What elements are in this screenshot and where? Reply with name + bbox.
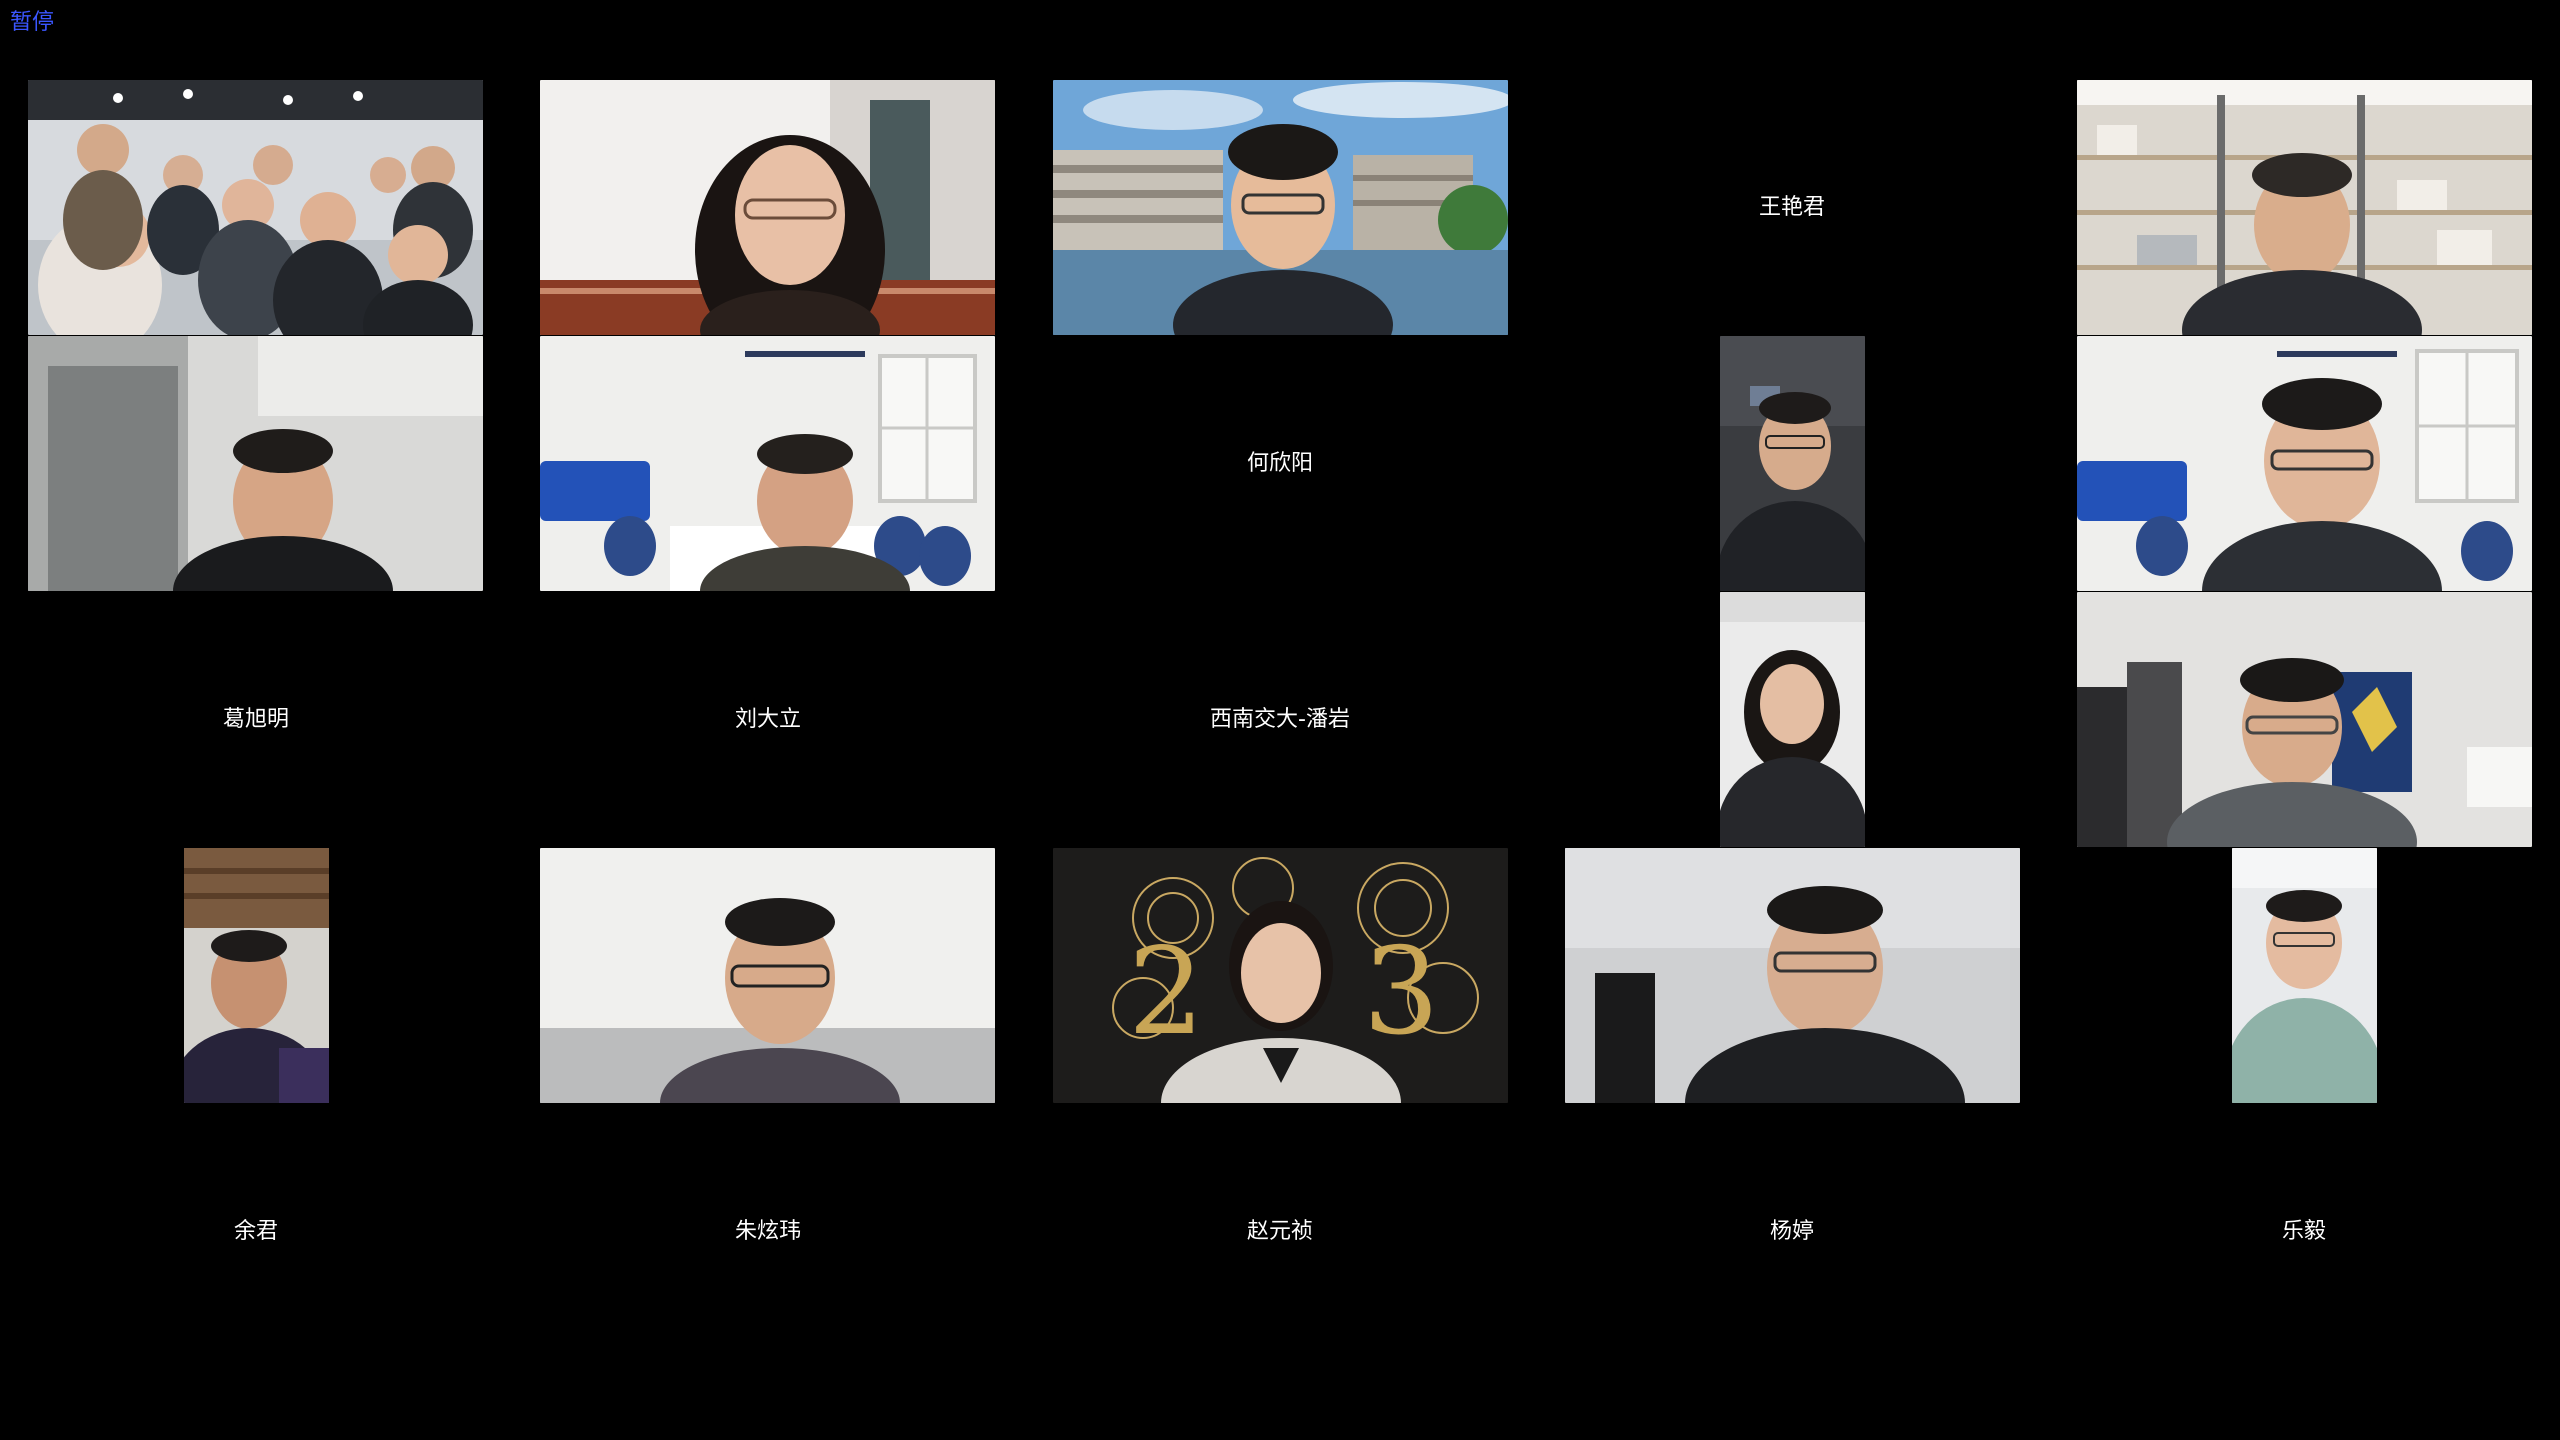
video-feed-portrait-wood bbox=[184, 848, 329, 1103]
pause-label[interactable]: 暂停 bbox=[10, 8, 54, 38]
video-feed-conference-room-2 bbox=[2077, 336, 2532, 591]
participant-name-wang-yanjun: 王艳君 bbox=[1758, 195, 1826, 220]
video-feed-new-year-2023: 2 3 bbox=[1053, 848, 1508, 1103]
video-feed-bookshelf bbox=[2077, 80, 2532, 335]
svg-text:2: 2 bbox=[1128, 923, 1204, 1062]
video-feed-white-wall-woman bbox=[540, 80, 995, 335]
participant-video-man-white-wall[interactable] bbox=[540, 848, 995, 1103]
video-feed-group-office bbox=[28, 80, 483, 335]
participant-name-he-xinyang: 何欣阳 bbox=[1246, 451, 1314, 476]
participant-video-man-white-room[interactable] bbox=[28, 336, 483, 591]
participant-video-man-bookshelf[interactable] bbox=[2077, 80, 2532, 335]
participant-video-man-hallway[interactable] bbox=[2077, 592, 2532, 847]
video-conference-gallery: 暂停 王艳君 何欣阳 葛旭明 刘大立 西南交大-潘岩 2 3 余君 朱炫玮 赵元… bbox=[0, 0, 2560, 1440]
participant-video-group-photo[interactable] bbox=[28, 80, 483, 335]
participant-name-zhao-yuanzhen: 赵元祯 bbox=[1246, 1219, 1314, 1244]
participant-video-woman-glasses[interactable] bbox=[540, 80, 995, 335]
participant-video-man-campus[interactable] bbox=[1053, 80, 1508, 335]
video-feed-portrait-light bbox=[2232, 848, 2377, 1103]
participant-name-ge-xuming: 葛旭明 bbox=[222, 707, 290, 732]
participant-video-man-conference-room-2[interactable] bbox=[2077, 336, 2532, 591]
participant-video-man-conference-room[interactable] bbox=[540, 336, 995, 591]
participant-video-woman-portrait[interactable] bbox=[1720, 592, 1865, 847]
participant-name-liu-dali: 刘大立 bbox=[734, 707, 802, 732]
video-feed-white-wall-man bbox=[540, 848, 995, 1103]
video-feed-portrait-woman bbox=[1720, 592, 1865, 847]
participant-video-man-portrait-dark[interactable] bbox=[1720, 336, 1865, 591]
video-feed-dark-room bbox=[1565, 848, 2020, 1103]
participant-name-yang-ting: 杨婷 bbox=[1769, 1219, 1815, 1244]
video-feed-campus-background bbox=[1053, 80, 1508, 335]
participant-video-man-dark-room[interactable] bbox=[1565, 848, 2020, 1103]
participant-name-zhu-xuanwei: 朱炫玮 bbox=[734, 1219, 802, 1244]
participant-video-man-portrait-small[interactable] bbox=[184, 848, 329, 1103]
video-feed-conference-room bbox=[540, 336, 995, 591]
video-feed-hallway bbox=[2077, 592, 2532, 847]
participant-name-yu-jun: 余君 bbox=[233, 1219, 279, 1244]
participant-video-woman-2023[interactable]: 2 3 bbox=[1053, 848, 1508, 1103]
participant-video-man-portrait-light[interactable] bbox=[2232, 848, 2377, 1103]
participant-name-xinan-panyan: 西南交大-潘岩 bbox=[1210, 707, 1350, 732]
video-feed-white-room bbox=[28, 336, 483, 591]
participant-name-le-yi: 乐毅 bbox=[2281, 1219, 2327, 1244]
video-feed-portrait-dark bbox=[1720, 336, 1865, 591]
svg-text:3: 3 bbox=[1363, 923, 1439, 1062]
